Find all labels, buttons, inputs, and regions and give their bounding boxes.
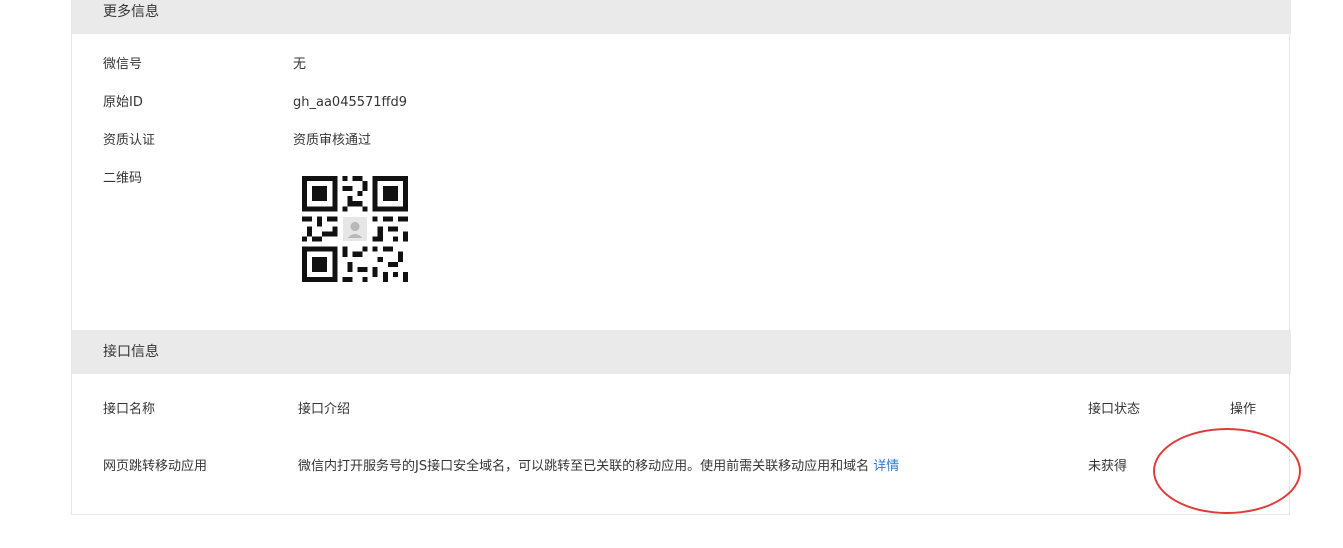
qualification-label: 资质认证 <box>103 133 156 148</box>
red-circle-annotation <box>1153 428 1301 514</box>
api-info-header: 接口信息 <box>72 330 1291 374</box>
more-info-header: 更多信息 <box>72 0 1291 34</box>
api-intro-text: 微信内打开服务号的JS接口安全域名，可以跳转至已关联的移动应用。使用前需关联移动… <box>298 459 870 474</box>
col-header-action: 操作 <box>1230 402 1257 417</box>
api-name-cell: 网页跳转移动应用 <box>103 459 208 474</box>
more-info-title: 更多信息 <box>103 4 159 20</box>
wechat-id-value: 无 <box>293 57 307 72</box>
qrcode-label: 二维码 <box>103 171 143 186</box>
original-id-value: gh_aa045571ffd9 <box>293 95 408 110</box>
original-id-label: 原始ID <box>103 95 143 110</box>
col-header-name: 接口名称 <box>103 402 156 417</box>
col-header-intro: 接口介绍 <box>298 402 351 417</box>
col-header-status: 接口状态 <box>1088 402 1141 417</box>
wechat-id-label: 微信号 <box>103 57 143 72</box>
qr-code-image <box>302 176 408 282</box>
qualification-value: 资质审核通过 <box>293 133 372 148</box>
api-intro-cell: 微信内打开服务号的JS接口安全域名，可以跳转至已关联的移动应用。使用前需关联移动… <box>298 455 899 474</box>
account-info-panel: 更多信息 微信号 无 原始ID gh_aa045571ffd9 资质认证 资质审… <box>71 0 1291 515</box>
api-info-title: 接口信息 <box>103 344 159 360</box>
api-status-cell: 未获得 <box>1088 459 1128 474</box>
detail-link[interactable]: 详情 <box>873 459 899 474</box>
